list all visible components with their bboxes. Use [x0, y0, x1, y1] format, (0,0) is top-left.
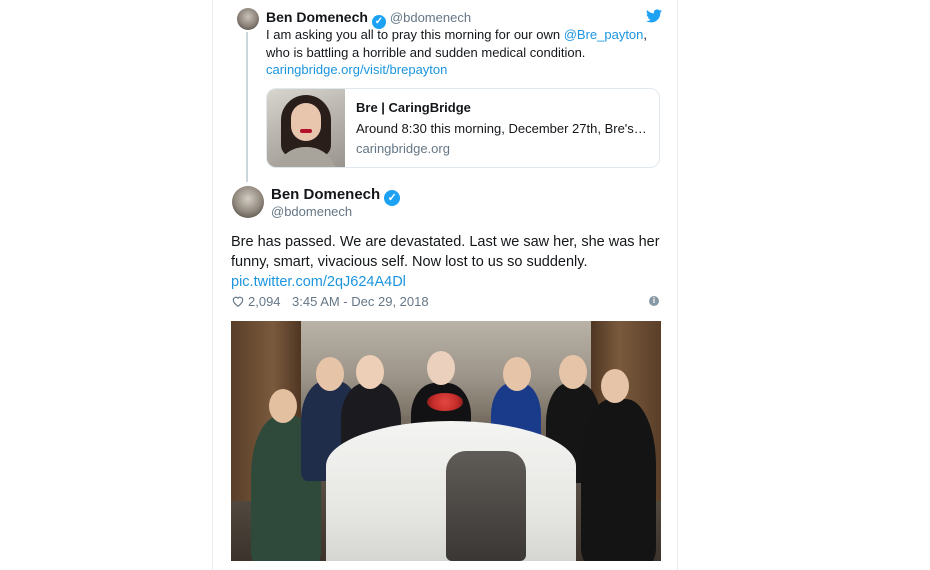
main-text-line1: Bre has passed. We are devastated. Last …	[231, 234, 660, 250]
quoted-author-name[interactable]: Ben Domenech	[266, 9, 368, 25]
link-preview-title: Bre | CaringBridge	[356, 100, 471, 115]
main-author-handle[interactable]: @bdomenech	[271, 204, 352, 219]
main-tweet-text: Bre has passed. We are devastated. Last …	[231, 232, 661, 292]
link-preview-thumbnail	[267, 89, 345, 167]
quoted-text-part1: I am asking you all to pray this morning…	[266, 27, 564, 42]
main-author-avatar[interactable]	[232, 186, 264, 218]
quoted-text-part2: ,	[643, 27, 648, 42]
caringbridge-url-link[interactable]: caringbridge.org/visit/brepayton	[266, 62, 447, 77]
link-preview-description: Around 8:30 this morning, December 27th,…	[356, 121, 647, 136]
quoted-author-handle[interactable]: @bdomenech	[390, 10, 471, 25]
tweet-meta: 2,094 3:45 AM - Dec 29, 2018 i	[231, 294, 661, 310]
main-author-name[interactable]: Ben Domenech	[271, 186, 380, 203]
thread-connector-line	[246, 32, 248, 182]
heart-icon[interactable]	[231, 294, 245, 308]
quoted-tweet-text: I am asking you all to pray this morning…	[266, 26, 656, 79]
quoted-author-avatar[interactable]	[237, 8, 259, 30]
tweet-card: Ben Domenech ✓ @bdomenech I am asking you …	[212, 0, 678, 570]
quoted-text-line2: who is battling a horrible and sudden me…	[266, 44, 586, 60]
main-text-line2: funny, smart, vivacious self. Now lost t…	[231, 254, 588, 270]
timestamp[interactable]: 3:45 AM - Dec 29, 2018	[292, 294, 429, 309]
link-preview-domain: caringbridge.org	[356, 141, 450, 156]
info-icon[interactable]: i	[649, 296, 659, 306]
link-preview-card[interactable]: Bre | CaringBridge Around 8:30 this morn…	[266, 88, 660, 168]
mention-link[interactable]: @Bre_payton	[564, 27, 644, 42]
main-author[interactable]: Ben Domenech ✓	[271, 186, 401, 206]
verified-badge-icon: ✓	[384, 190, 401, 206]
tweet-photo[interactable]	[231, 321, 661, 561]
twitter-bird-icon[interactable]	[646, 9, 662, 23]
pic-link[interactable]: pic.twitter.com/2qJ624A4Dl	[231, 274, 406, 290]
like-count[interactable]: 2,094	[248, 294, 281, 309]
